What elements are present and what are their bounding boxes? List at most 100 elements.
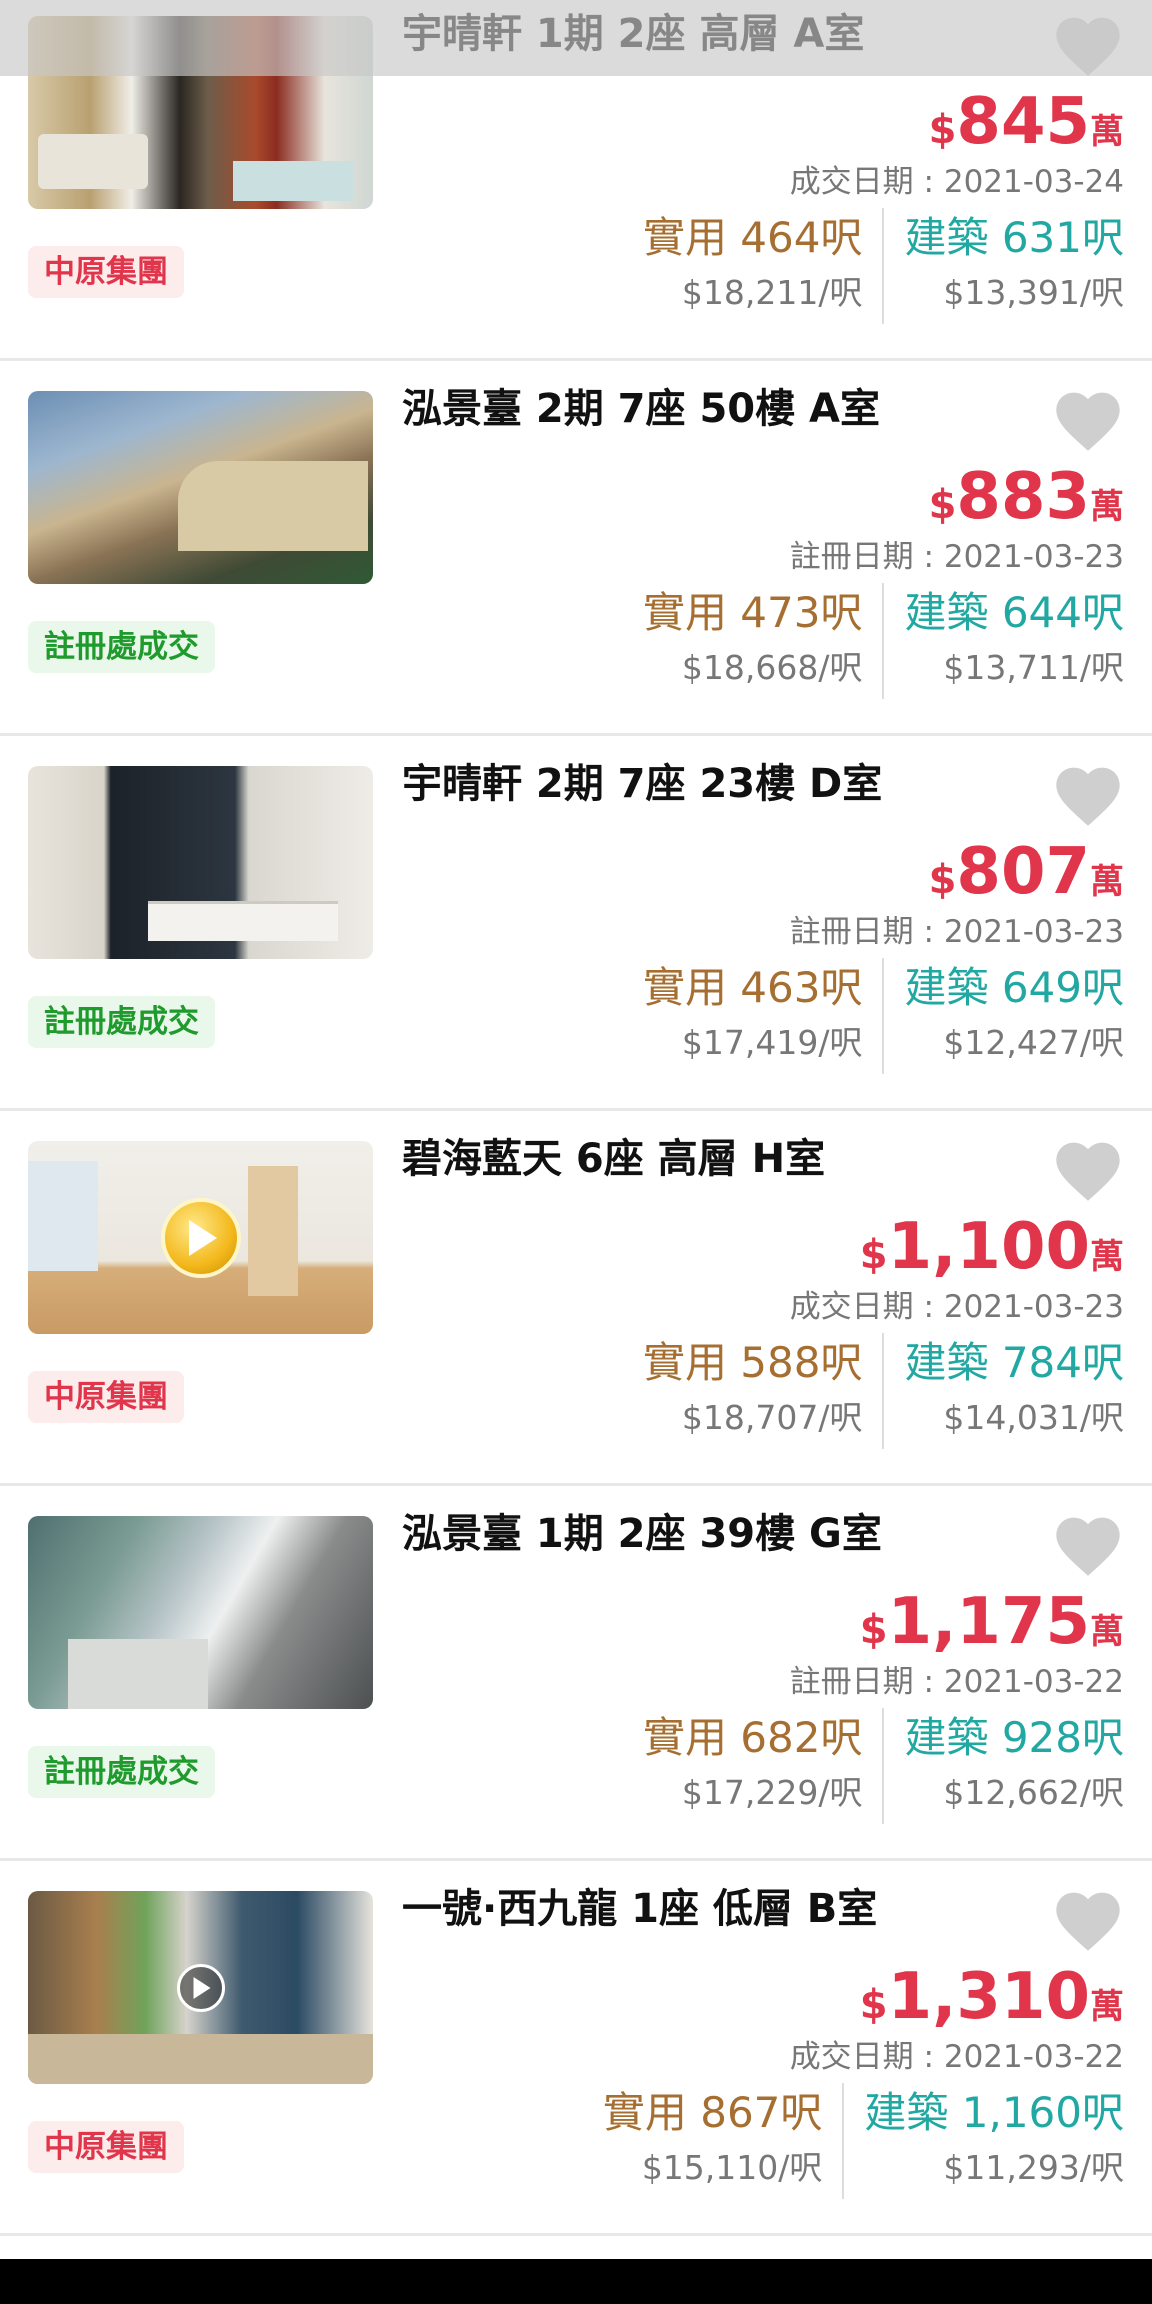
gross-unit-price: $13,711/呎 — [943, 648, 1124, 687]
price-value: 883 — [956, 460, 1090, 534]
price-unit: 萬 — [1090, 1237, 1124, 1277]
listing-title: 宇晴軒 2期 7座 23樓 D室 — [402, 761, 883, 807]
gross-unit-price: $12,662/呎 — [943, 1773, 1124, 1812]
price-value: 807 — [956, 835, 1090, 909]
saleable-area-block: 實用 682呎 $17,229/呎 — [643, 1708, 885, 1824]
gross-area-block: 建築 1,160呎 $11,293/呎 — [844, 2083, 1124, 2199]
area-info: 實用 473呎 $18,668/呎 建築 644呎 $13,711/呎 — [643, 583, 1124, 699]
heart-icon[interactable] — [1050, 758, 1126, 828]
source-badge: 註冊處成交 — [28, 621, 215, 673]
listing-photo[interactable] — [28, 391, 373, 584]
saleable-area: 實用 464呎 — [642, 213, 863, 262]
price-unit: 萬 — [1090, 487, 1124, 527]
gross-area-block: 建築 649呎 $12,427/呎 — [884, 958, 1124, 1074]
play-icon[interactable] — [176, 1963, 225, 2012]
price-unit: 萬 — [1090, 112, 1124, 152]
listing-title: 泓景臺 1期 2座 39樓 G室 — [402, 1511, 882, 1557]
listing-photo[interactable] — [28, 1516, 373, 1709]
price-value: 845 — [956, 85, 1090, 159]
gross-area: 建築 784呎 — [904, 1338, 1124, 1387]
transaction-list: 中原集團 宇晴軒 1期 2座 高層 A室 $845萬 成交日期 : 2021-0… — [0, 0, 1152, 2236]
gross-area-block: 建築 644呎 $13,711/呎 — [884, 583, 1124, 699]
gross-unit-price: $12,427/呎 — [943, 1023, 1124, 1062]
list-item[interactable]: 註冊處成交 泓景臺 1期 2座 39樓 G室 $1,175萬 註冊日期 : 20… — [0, 1486, 1152, 1861]
gross-area: 建築 644呎 — [904, 588, 1124, 637]
heart-icon[interactable] — [1050, 1508, 1126, 1578]
listing-title: 一號·西九龍 1座 低層 B室 — [402, 1886, 878, 1932]
price-currency: $ — [859, 1232, 888, 1278]
listing-title: 泓景臺 2期 7座 50樓 A室 — [402, 386, 880, 432]
transaction-date: 註冊日期 : 2021-03-22 — [789, 1664, 1124, 1700]
saleable-unit-price: $17,229/呎 — [681, 1773, 863, 1812]
price-unit: 萬 — [1090, 862, 1124, 902]
saleable-area-block: 實用 463呎 $17,419/呎 — [643, 958, 885, 1074]
price-currency: $ — [859, 1982, 888, 2028]
saleable-area: 實用 463呎 — [642, 963, 863, 1012]
list-item[interactable]: 註冊處成交 宇晴軒 2期 7座 23樓 D室 $807萬 註冊日期 : 2021… — [0, 736, 1152, 1111]
saleable-unit-price: $18,707/呎 — [681, 1398, 863, 1437]
area-info: 實用 464呎 $18,211/呎 建築 631呎 $13,391/呎 — [643, 208, 1124, 324]
price-unit: 萬 — [1090, 1987, 1124, 2027]
area-info: 實用 588呎 $18,707/呎 建築 784呎 $14,031/呎 — [643, 1333, 1124, 1449]
listing-photo[interactable] — [28, 1141, 373, 1334]
saleable-area: 實用 867呎 — [602, 2088, 823, 2137]
gross-area: 建築 649呎 — [904, 963, 1124, 1012]
navigation-bar — [0, 2259, 1152, 2304]
source-badge: 中原集團 — [28, 246, 184, 298]
saleable-area: 實用 473呎 — [642, 588, 863, 637]
listing-title: 碧海藍天 6座 高層 H室 — [402, 1136, 826, 1182]
saleable-area-block: 實用 588呎 $18,707/呎 — [643, 1333, 885, 1449]
area-info: 實用 867呎 $15,110/呎 建築 1,160呎 $11,293/呎 — [603, 2083, 1124, 2199]
listing-photo[interactable] — [28, 1891, 373, 2084]
area-info: 實用 682呎 $17,229/呎 建築 928呎 $12,662/呎 — [643, 1708, 1124, 1824]
list-item[interactable]: 中原集團 宇晴軒 1期 2座 高層 A室 $845萬 成交日期 : 2021-0… — [0, 0, 1152, 361]
transaction-date: 成交日期 : 2021-03-23 — [789, 1289, 1124, 1325]
saleable-area-block: 實用 464呎 $18,211/呎 — [643, 208, 885, 324]
gross-area-block: 建築 928呎 $12,662/呎 — [884, 1708, 1124, 1824]
gross-area-block: 建築 631呎 $13,391/呎 — [884, 208, 1124, 324]
gross-unit-price: $14,031/呎 — [943, 1398, 1124, 1437]
saleable-area-block: 實用 867呎 $15,110/呎 — [603, 2083, 845, 2199]
listing-photo[interactable] — [28, 16, 373, 209]
saleable-area: 實用 588呎 — [642, 1338, 863, 1387]
saleable-area-block: 實用 473呎 $18,668/呎 — [643, 583, 885, 699]
heart-icon[interactable] — [1050, 1883, 1126, 1953]
transaction-date: 註冊日期 : 2021-03-23 — [789, 539, 1124, 575]
price-currency: $ — [859, 1607, 888, 1653]
transaction-date: 註冊日期 : 2021-03-23 — [789, 914, 1124, 950]
price-currency: $ — [928, 857, 957, 903]
source-badge: 註冊處成交 — [28, 1746, 215, 1798]
source-badge: 中原集團 — [28, 1371, 184, 1423]
price-value: 1,175 — [887, 1585, 1090, 1659]
price-value: 1,310 — [887, 1960, 1090, 2034]
gross-unit-price: $13,391/呎 — [943, 273, 1124, 312]
transaction-date: 成交日期 : 2021-03-22 — [789, 2039, 1124, 2075]
heart-icon[interactable] — [1050, 383, 1126, 453]
price-value: 1,100 — [887, 1210, 1090, 1284]
saleable-unit-price: $17,419/呎 — [681, 1023, 863, 1062]
listing-photo[interactable] — [28, 766, 373, 959]
transaction-date: 成交日期 : 2021-03-24 — [789, 164, 1124, 200]
area-info: 實用 463呎 $17,419/呎 建築 649呎 $12,427/呎 — [643, 958, 1124, 1074]
price-currency: $ — [928, 482, 957, 528]
listing-title: 宇晴軒 1期 2座 高層 A室 — [402, 11, 865, 57]
heart-icon[interactable] — [1050, 8, 1126, 78]
price-currency: $ — [928, 107, 957, 153]
source-badge: 註冊處成交 — [28, 996, 215, 1048]
heart-icon[interactable] — [1050, 1133, 1126, 1203]
gross-area: 建築 631呎 — [904, 213, 1124, 262]
list-item[interactable]: 中原集團 一號·西九龍 1座 低層 B室 $1,310萬 成交日期 : 2021… — [0, 1861, 1152, 2236]
saleable-unit-price: $15,110/呎 — [641, 2148, 823, 2187]
saleable-unit-price: $18,211/呎 — [681, 273, 863, 312]
gross-area: 建築 1,160呎 — [864, 2088, 1124, 2137]
gross-area: 建築 928呎 — [904, 1713, 1124, 1762]
gross-unit-price: $11,293/呎 — [943, 2148, 1124, 2187]
saleable-unit-price: $18,668/呎 — [681, 648, 863, 687]
price-unit: 萬 — [1090, 1612, 1124, 1652]
gross-area-block: 建築 784呎 $14,031/呎 — [884, 1333, 1124, 1449]
saleable-area: 實用 682呎 — [642, 1713, 863, 1762]
play-icon[interactable] — [160, 1197, 241, 1278]
source-badge: 中原集團 — [28, 2121, 184, 2173]
list-item[interactable]: 註冊處成交 泓景臺 2期 7座 50樓 A室 $883萬 註冊日期 : 2021… — [0, 361, 1152, 736]
list-item[interactable]: 中原集團 碧海藍天 6座 高層 H室 $1,100萬 成交日期 : 2021-0… — [0, 1111, 1152, 1486]
